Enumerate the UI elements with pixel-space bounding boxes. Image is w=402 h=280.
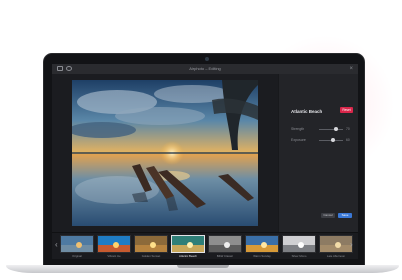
chevron-right-icon[interactable]: › bbox=[350, 240, 353, 250]
photo-canvas bbox=[52, 74, 278, 232]
filter-label: B&W Classic bbox=[216, 254, 234, 258]
exposure-label: Exposure bbox=[291, 138, 306, 142]
chevron-left-icon[interactable]: ‹ bbox=[55, 240, 58, 250]
filter-strip: ‹ Original Vibrant Ice Golden Sunset Atl… bbox=[52, 232, 358, 259]
strength-label: Strength bbox=[291, 127, 305, 131]
laptop-screen: Airphoto – Editing × Atlantic Beach Rese… bbox=[52, 64, 358, 259]
close-icon[interactable]: × bbox=[349, 65, 353, 73]
strength-slider[interactable] bbox=[319, 129, 343, 130]
filter-thumb-warm-sunday[interactable] bbox=[245, 235, 279, 253]
save-button[interactable]: Save bbox=[338, 213, 352, 218]
filter-label: Warm Sunday bbox=[253, 254, 271, 258]
webcam bbox=[205, 57, 209, 61]
edited-photo[interactable] bbox=[72, 80, 258, 226]
filter-label: Silver Mono bbox=[291, 254, 307, 258]
filter-label: Original bbox=[72, 254, 82, 258]
filter-label-selected: Atlantic Beach bbox=[179, 254, 197, 258]
cancel-button[interactable]: Cancel bbox=[321, 213, 335, 218]
filter-thumb-original[interactable] bbox=[60, 235, 94, 253]
filter-thumb-late-afternoon[interactable] bbox=[319, 235, 353, 253]
reset-badge[interactable]: Reset bbox=[340, 107, 353, 113]
filter-label: Late Afternoon bbox=[326, 254, 346, 258]
filter-name: Atlantic Beach bbox=[291, 109, 323, 114]
filter-label: Golden Sunset bbox=[141, 254, 161, 258]
exposure-value: 60 bbox=[346, 138, 350, 142]
filter-thumb-atlantic-beach[interactable] bbox=[171, 235, 205, 253]
adjustment-panel: Atlantic Beach Reset Strength 70 Exposur… bbox=[278, 74, 358, 232]
filter-thumb-bw-classic[interactable] bbox=[208, 235, 242, 253]
laptop-notch bbox=[177, 265, 229, 268]
window-title: Airphoto – Editing bbox=[189, 66, 221, 71]
filter-thumb-vibrant-ice[interactable] bbox=[97, 235, 131, 253]
strength-slider-handle[interactable] bbox=[334, 127, 338, 131]
filter-thumb-silver-mono[interactable] bbox=[282, 235, 316, 253]
filter-label: Vibrant Ice bbox=[107, 254, 121, 258]
filter-thumb-golden-sunset[interactable] bbox=[134, 235, 168, 253]
exposure-slider-handle[interactable] bbox=[331, 138, 335, 142]
strength-value: 70 bbox=[346, 127, 350, 131]
